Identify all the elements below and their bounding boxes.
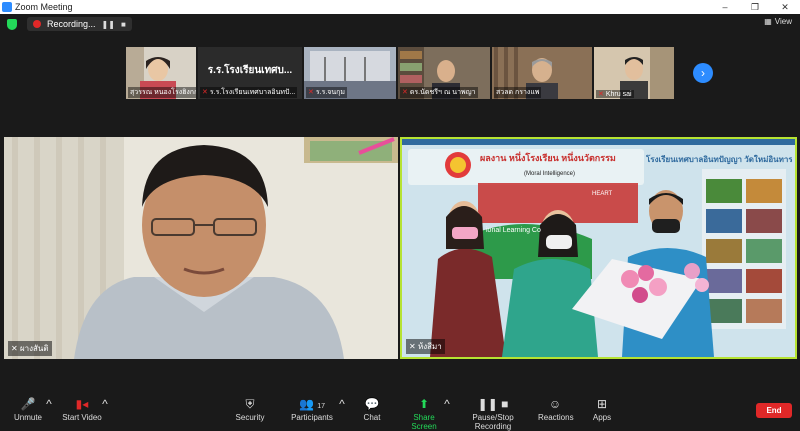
participants-icon: 👥 17 (298, 397, 326, 411)
apps-grid-icon: ⊞ (596, 397, 608, 411)
share-screen-button[interactable]: ⬆ Share Screen (400, 395, 448, 431)
restore-button[interactable]: ❐ (740, 2, 770, 13)
chevron-up-icon: ^ (339, 397, 345, 411)
share-screen-icon: ⬆ (418, 397, 430, 411)
apps-button[interactable]: ⊞ Apps (588, 395, 616, 422)
participants-button[interactable]: 👥 17 Participants (288, 395, 336, 422)
stop-recording-icon[interactable]: ■ (121, 20, 126, 29)
recording-label: Pause/Stop Recording (472, 413, 514, 431)
muted-mic-icon: ✕ (598, 91, 604, 98)
share-options-caret[interactable]: ^ (442, 395, 452, 413)
chevron-up-icon: ^ (444, 397, 450, 411)
recording-indicator: Recording... ❚❚ ■ (27, 17, 132, 31)
recording-dot-icon (33, 20, 41, 28)
participant-name: สวลด กรางแพ (494, 87, 542, 98)
zoom-app-icon (2, 2, 12, 12)
participant-name-label: ✕ ดร.นัดชรีฯ ณ นาพญา (400, 87, 478, 98)
chevron-up-icon: ^ (102, 397, 108, 411)
video-options-caret[interactable]: ^ (100, 395, 110, 413)
participant-name-label: ✕ ห้งสีมา (406, 339, 445, 354)
unmute-button[interactable]: 🎤 Unmute (10, 395, 46, 422)
participant-video (4, 137, 398, 359)
participant-video (402, 139, 795, 357)
participant-thumbnail[interactable]: สุวรรณ หนองโรงฮิงกก (126, 47, 196, 99)
banner-subtitle: (Moral Intelligence) (524, 171, 576, 177)
muted-mic-icon: ✕ (11, 344, 20, 353)
participant-thumbnail[interactable]: ✕ ดร.นัดชรีฯ ณ นาพญา (398, 47, 490, 99)
muted-mic-icon: ✕ (308, 89, 314, 96)
chevron-up-icon: ^ (46, 397, 52, 411)
participants-count: 17 (317, 403, 326, 410)
logo-text: ional Learning Co (486, 227, 541, 234)
participants-options-caret[interactable]: ^ (337, 395, 347, 413)
meeting-toolbar: 🎤 Unmute ^ ▮◂ Start Video ^ ⛨ Security 👥… (0, 393, 800, 431)
chat-label: Chat (363, 413, 381, 422)
start-video-button[interactable]: ▮◂ Start Video (60, 395, 104, 422)
unmute-label: Unmute (13, 413, 42, 422)
participant-thumbnail[interactable]: ร.ร.โรงเรียนเทศบ... ✕ ร.ร.โรงเรียนเทศบาลอ… (198, 47, 302, 99)
reactions-label: Reactions (538, 413, 574, 422)
smiley-icon: ☺ (548, 397, 562, 411)
participant-thumbnail[interactable]: ✕ ร.ร.จนกุม (304, 47, 396, 99)
participants-label: Participants (291, 413, 333, 422)
security-button[interactable]: ⛨ Security (232, 395, 268, 422)
participant-name-overlay: ร.ร.โรงเรียนเทศบ... (207, 65, 293, 76)
next-page-button[interactable]: › (693, 63, 713, 83)
end-meeting-button[interactable]: End (756, 403, 792, 418)
window-title-bar: Zoom Meeting – ❐ ✕ (0, 0, 800, 14)
muted-mic-icon: ✕ (409, 342, 418, 351)
start-video-label: Start Video (62, 413, 102, 422)
share-screen-label: Share Screen (411, 413, 437, 431)
participant-thumbnail[interactable]: สวลด กรางแพ (492, 47, 592, 99)
muted-mic-icon: ✕ (402, 89, 408, 96)
audio-options-caret[interactable]: ^ (44, 395, 54, 413)
main-video-tile-right[interactable]: ผลงาน หนึ่งโรงเรียน หนึ่งนวัตกรรม (Moral… (400, 137, 797, 359)
recording-label: Recording... (47, 19, 96, 29)
shield-icon: ⛨ (245, 397, 255, 411)
minimize-button[interactable]: – (710, 2, 740, 12)
banner-subtitle-2: HEART (592, 191, 613, 197)
pause-stop-recording-button[interactable]: ❚❚ ■ Pause/Stop Recording (456, 395, 530, 431)
meeting-header: Recording... ❚❚ ■ ▦ View (0, 14, 800, 34)
view-label: View (774, 17, 792, 26)
chat-bubble-icon: 💬 (364, 397, 380, 411)
muted-mic-icon: ✕ (202, 89, 208, 96)
participant-strip: สุวรรณ หนองโรงฮิงกก ร.ร.โรงเรียนเทศบ... … (126, 47, 674, 99)
participant-name: สุวรรณ หนองโรงฮิงกก (128, 87, 196, 98)
participant-name-label: ✕ ร.ร.จนกุม (306, 87, 348, 98)
participant-thumbnail[interactable]: ✕ Khru sai (594, 47, 674, 99)
pause-recording-icon[interactable]: ❚❚ (102, 20, 115, 29)
school-banner-title: โรงเรียนเทศบาลอินทปัญญา วัดใหม่อินทาร (646, 155, 792, 164)
close-button[interactable]: ✕ (770, 2, 800, 13)
grid-view-icon: ▦ (764, 17, 772, 26)
participant-name-label: ✕ ร.ร.โรงเรียนเทศบาลอินทปั... (200, 87, 298, 98)
window-title: Zoom Meeting (15, 2, 73, 12)
participant-name-label: ✕ ผางสันติ (8, 341, 52, 356)
main-video-tile-left[interactable]: ✕ ผางสันติ (4, 137, 398, 359)
chat-button[interactable]: 💬 Chat (358, 395, 386, 422)
video-off-icon: ▮◂ (75, 397, 89, 411)
participant-name-label: ✕ Khru sai (596, 90, 634, 98)
encryption-shield-icon[interactable] (7, 18, 17, 30)
apps-label: Apps (592, 413, 612, 422)
pause-stop-icon: ❚❚ ■ (477, 397, 509, 411)
security-label: Security (235, 413, 265, 422)
reactions-button[interactable]: ☺ Reactions (538, 395, 574, 422)
muted-mic-icon: 🎤 (20, 397, 36, 411)
banner-title: ผลงาน หนึ่งโรงเรียน หนึ่งนวัตกรรม (480, 153, 616, 163)
view-button[interactable]: ▦ View (764, 17, 792, 26)
